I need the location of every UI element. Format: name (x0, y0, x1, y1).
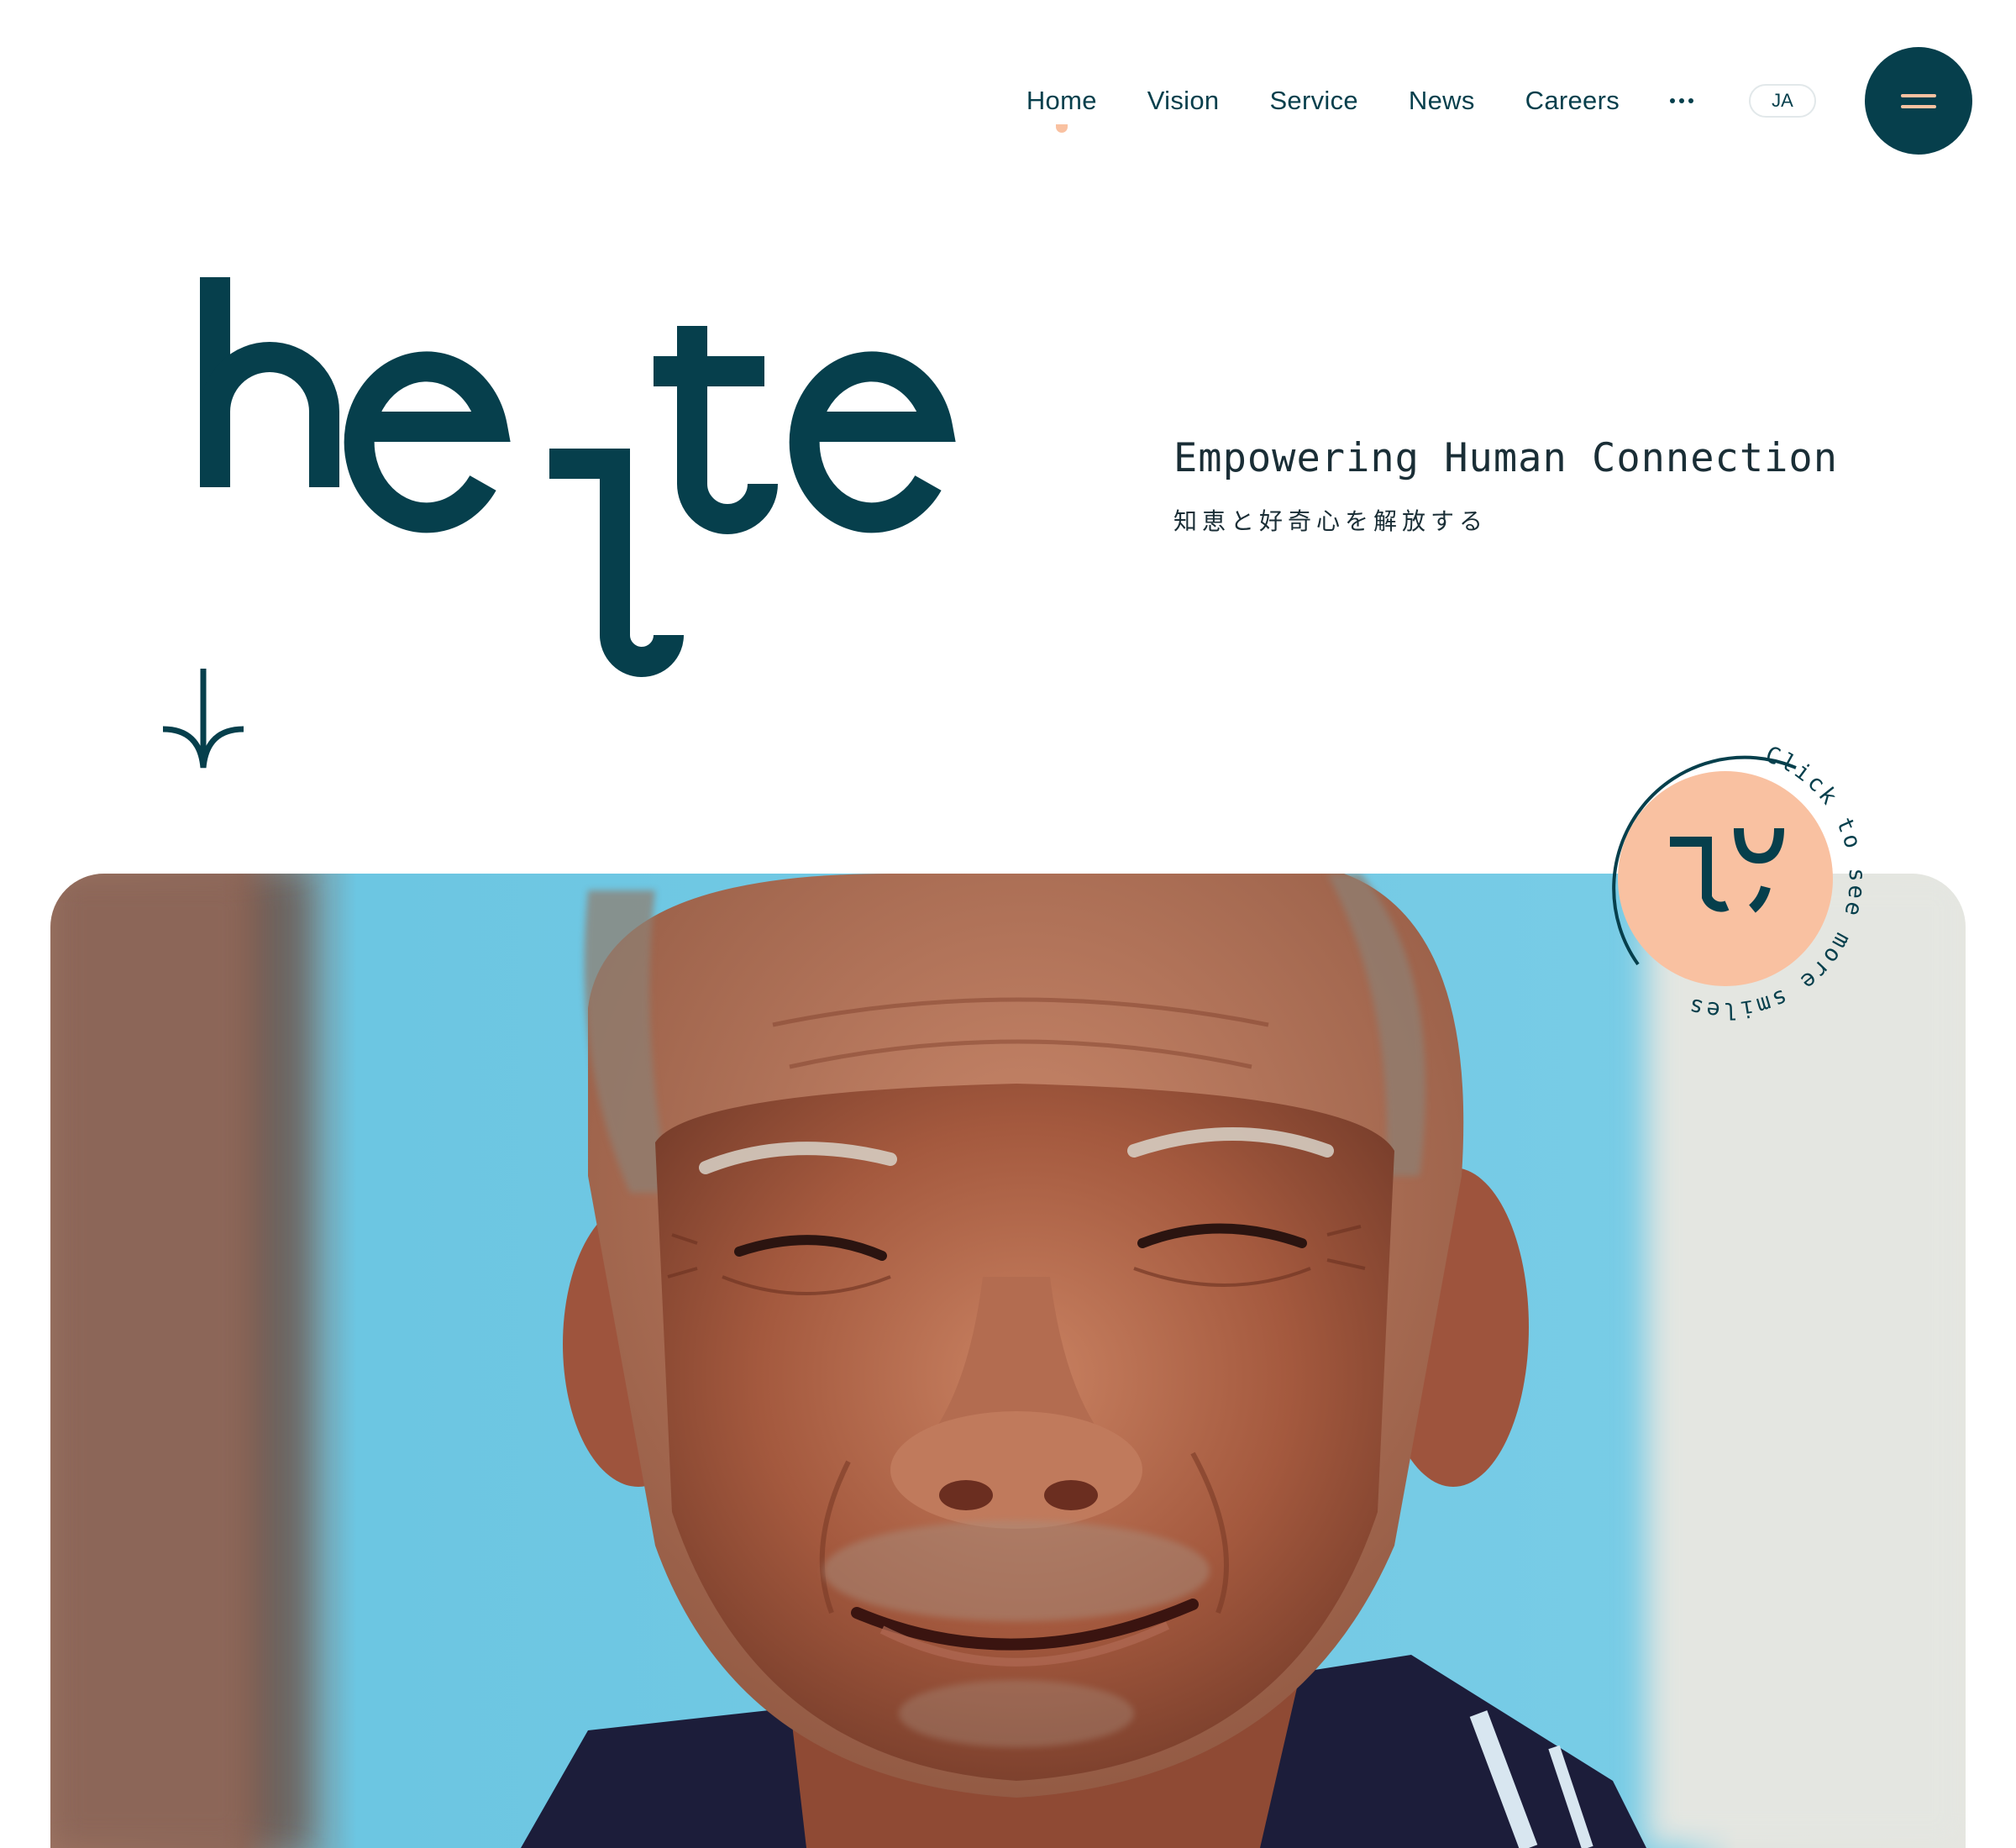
tagline-en: Empowering Human Connection (1173, 435, 1839, 481)
smile-badge[interactable]: Click to see more smiles (1579, 732, 1872, 1025)
nav-news[interactable]: News (1409, 86, 1475, 116)
nav-home[interactable]: Home (1026, 86, 1097, 133)
menu-line (1901, 93, 1936, 97)
tagline-ja: 知恵と好奇心を解放する (1173, 507, 1488, 535)
page: Home Vision Service News Careers JA Empo… (0, 0, 2016, 1848)
hamburger-menu-button[interactable] (1865, 47, 1972, 155)
arrow-down-icon[interactable] (160, 669, 247, 769)
nav-careers[interactable]: Careers (1525, 86, 1620, 116)
nav-service[interactable]: Service (1269, 86, 1357, 116)
ellipsis-icon[interactable] (1670, 93, 1693, 108)
nav-vision[interactable]: Vision (1147, 86, 1220, 116)
main-nav: Home Vision Service News Careers JA (1026, 47, 1972, 155)
language-toggle[interactable]: JA (1749, 84, 1816, 118)
hero-tagline: Empowering Human Connection 知恵と好奇心を解放する (1173, 435, 1838, 537)
smile-face-icon (1618, 771, 1833, 986)
menu-line (1901, 104, 1936, 108)
brand-logo[interactable] (176, 277, 974, 714)
